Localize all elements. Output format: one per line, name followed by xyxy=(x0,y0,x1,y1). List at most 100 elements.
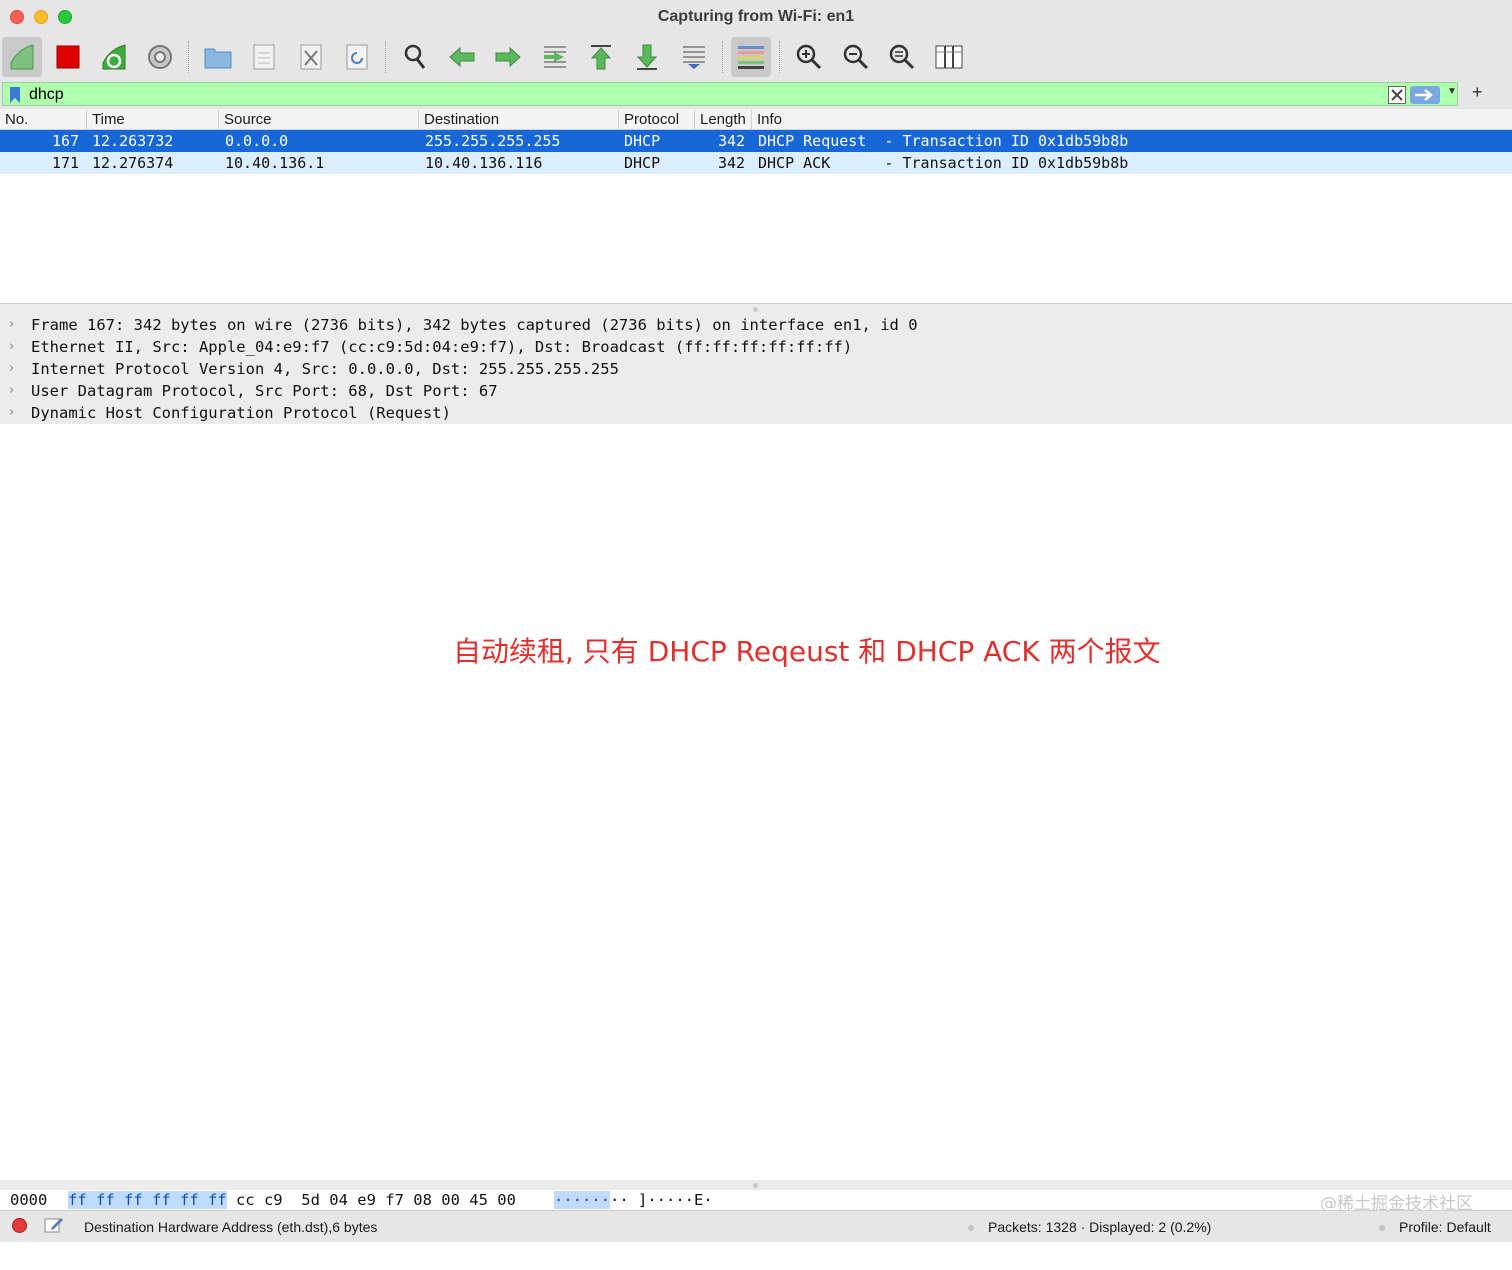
detail-tree-item[interactable]: › Frame 167: 342 bytes on wire (2736 bit… xyxy=(0,314,1512,336)
stop-capture-button[interactable] xyxy=(48,37,88,77)
status-field-info: Destination Hardware Address (eth.dst),6… xyxy=(84,1219,378,1235)
go-forward-button[interactable] xyxy=(488,37,528,77)
pane-splitter[interactable] xyxy=(0,1180,1512,1190)
zoom-window-button[interactable] xyxy=(58,10,72,24)
packet-time: 12.263732 xyxy=(92,132,174,150)
column-header-info[interactable]: Info xyxy=(751,110,1512,129)
restart-capture-icon xyxy=(102,44,126,70)
packet-no: 167 xyxy=(52,132,80,150)
packet-row[interactable]: 167 12.263732 0.0.0.0 255.255.255.255 DH… xyxy=(0,130,1512,152)
zoom-in-icon xyxy=(796,44,822,70)
detail-text: Frame 167: 342 bytes on wire (2736 bits)… xyxy=(31,316,918,334)
zoom-out-button[interactable] xyxy=(836,37,876,77)
colorize-button[interactable] xyxy=(731,37,771,77)
start-capture-icon xyxy=(10,44,34,70)
toolbar-separator xyxy=(385,41,387,73)
bookmark-icon[interactable] xyxy=(9,86,21,104)
resize-columns-button[interactable] xyxy=(929,37,969,77)
ascii-bytes-rest: ·· ]·····E· xyxy=(610,1191,713,1209)
close-window-button[interactable] xyxy=(10,10,24,24)
start-capture-button[interactable] xyxy=(2,37,42,77)
clear-filter-icon[interactable] xyxy=(1388,86,1406,104)
add-filter-button-icon[interactable]: + xyxy=(1472,82,1483,103)
auto-scroll-icon xyxy=(683,46,705,69)
expand-arrow-icon[interactable]: › xyxy=(9,358,14,380)
packet-info: DHCP Request - Transaction ID 0x1db59b8b xyxy=(758,132,1129,150)
detail-tree-item[interactable]: › User Datagram Protocol, Src Port: 68, … xyxy=(0,380,1512,402)
last-packet-icon xyxy=(636,44,658,70)
expand-arrow-icon[interactable]: › xyxy=(9,380,14,402)
status-divider xyxy=(968,1225,974,1231)
expand-arrow-icon[interactable]: › xyxy=(9,402,14,424)
column-header-source[interactable]: Source xyxy=(218,110,418,129)
packet-list-header: No. Time Source Destination Protocol Len… xyxy=(0,109,1512,130)
display-filter-input[interactable]: dhcp ▼ xyxy=(2,82,1458,106)
open-file-icon xyxy=(204,48,232,69)
packet-details-pane: › Frame 167: 342 bytes on wire (2736 bit… xyxy=(0,314,1512,1180)
ascii-bytes[interactable]: ········ ]·····E· xyxy=(554,1190,713,1210)
column-header-destination[interactable]: Destination xyxy=(418,110,618,129)
ascii-bytes-highlight: ······ xyxy=(554,1191,610,1209)
normal-size-icon xyxy=(889,44,915,70)
capture-options-icon xyxy=(148,45,172,69)
close-file-button[interactable] xyxy=(291,37,331,77)
find-packet-button[interactable] xyxy=(395,37,435,77)
hex-bytes[interactable]: ff ff ff ff ff ff cc c9 5d 04 e9 f7 08 0… xyxy=(68,1190,516,1210)
annotation-text: 自动续租, 只有 DHCP Reqeust 和 DHCP ACK 两个报文 xyxy=(453,635,1161,668)
detail-text: User Datagram Protocol, Src Port: 68, Ds… xyxy=(31,382,498,400)
packet-row[interactable]: 171 12.276374 10.40.136.1 10.40.136.116 … xyxy=(0,152,1512,174)
expand-arrow-icon[interactable]: › xyxy=(9,336,14,358)
status-profile[interactable]: Profile: Default xyxy=(1399,1219,1491,1235)
capture-options-button[interactable] xyxy=(140,37,180,77)
open-file-button[interactable] xyxy=(198,37,238,77)
pane-splitter[interactable] xyxy=(0,304,1512,314)
packet-source: 10.40.136.1 xyxy=(225,154,325,172)
column-header-length[interactable]: Length xyxy=(694,110,751,129)
save-file-icon xyxy=(253,44,275,70)
detail-tree-item[interactable]: › Dynamic Host Configuration Protocol (R… xyxy=(0,402,1512,424)
capture-status-icon[interactable] xyxy=(12,1218,27,1233)
first-packet-button[interactable] xyxy=(581,37,621,77)
go-to-packet-button[interactable] xyxy=(535,37,575,77)
last-packet-button[interactable] xyxy=(627,37,667,77)
packet-no: 171 xyxy=(52,154,80,172)
restart-capture-button[interactable] xyxy=(94,37,134,77)
reload-file-button[interactable] xyxy=(337,37,377,77)
packet-info: DHCP ACK - Transaction ID 0x1db59b8b xyxy=(758,154,1129,172)
apply-filter-icon[interactable] xyxy=(1410,86,1440,104)
display-filter-bar: dhcp ▼ + xyxy=(0,81,1512,109)
toolbar-separator xyxy=(722,41,724,73)
edit-comment-icon[interactable] xyxy=(44,1216,64,1234)
detail-tree-item[interactable]: › Internet Protocol Version 4, Src: 0.0.… xyxy=(0,358,1512,380)
normal-size-button[interactable] xyxy=(882,37,922,77)
zoom-in-button[interactable] xyxy=(789,37,829,77)
filter-value: dhcp xyxy=(29,86,64,103)
packet-destination: 10.40.136.116 xyxy=(425,154,543,172)
packet-length: 342 xyxy=(718,154,746,172)
filter-history-dropdown-icon[interactable]: ▼ xyxy=(1447,86,1457,97)
expand-arrow-icon[interactable]: › xyxy=(9,314,14,336)
minimize-window-button[interactable] xyxy=(34,10,48,24)
go-back-button[interactable] xyxy=(442,37,482,77)
reload-file-icon xyxy=(346,44,368,70)
main-toolbar xyxy=(0,33,1512,81)
detail-tree-item[interactable]: › Ethernet II, Src: Apple_04:e9:f7 (cc:c… xyxy=(0,336,1512,358)
column-header-no[interactable]: No. xyxy=(0,110,86,129)
window-title: Capturing from Wi-Fi: en1 xyxy=(657,8,855,25)
auto-scroll-button[interactable] xyxy=(674,37,714,77)
packet-source: 0.0.0.0 xyxy=(225,132,289,150)
column-header-time[interactable]: Time xyxy=(86,110,218,129)
detail-text: Ethernet II, Src: Apple_04:e9:f7 (cc:c9:… xyxy=(31,338,853,356)
toolbar-separator xyxy=(779,41,781,73)
zoom-out-icon xyxy=(843,44,869,70)
detail-text: Internet Protocol Version 4, Src: 0.0.0.… xyxy=(31,360,619,378)
packet-destination: 255.255.255.255 xyxy=(425,132,561,150)
title-bar: Capturing from Wi-Fi: en1 xyxy=(0,0,1512,33)
status-divider xyxy=(1379,1225,1385,1231)
stop-capture-icon xyxy=(56,45,80,69)
save-file-button[interactable] xyxy=(244,37,284,77)
column-header-protocol[interactable]: Protocol xyxy=(618,110,694,129)
packet-protocol: DHCP xyxy=(624,132,661,150)
toolbar-separator xyxy=(188,41,190,73)
go-to-packet-icon xyxy=(544,46,566,68)
